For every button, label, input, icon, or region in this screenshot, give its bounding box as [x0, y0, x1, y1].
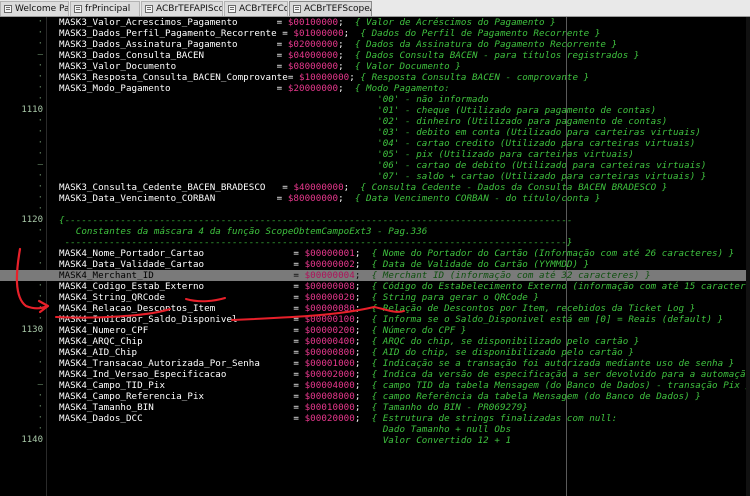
code-line[interactable]: MASK4_Dados_DCC = $00020000; { Estrutura…: [0, 413, 750, 424]
code-line[interactable]: MASK3_Resposta_Consulta_BACEN_Comprovant…: [0, 72, 750, 83]
code-text: MASK4_Ind_Versao_Especificacao = $000020…: [59, 369, 750, 380]
tab-label: Welcome Page: [15, 4, 69, 14]
code-line[interactable]: MASK3_Consulta_Cedente_BACEN_BRADESCO = …: [0, 182, 750, 193]
code-text: MASK4_String_QRCode = $00000020; { Strin…: [59, 292, 540, 303]
code-text: MASK3_Consulta_Cedente_BACEN_BRADESCO = …: [59, 182, 668, 193]
code-text: MASK4_Dados_DCC = $00020000; { Estrutura…: [59, 413, 618, 424]
code-line[interactable]: MASK4_Tamanho_BIN = $00010000; { Tamanho…: [0, 402, 750, 413]
code-text: '00' - não informado: [59, 94, 489, 105]
code-text: MASK4_Nome_Portador_Cartao = $00000001; …: [59, 248, 735, 259]
code-line[interactable]: '05' - pix (Utilizado para carteiras vir…: [0, 149, 750, 160]
code-text: MASK3_Valor_Documento = $08000000; { Val…: [59, 61, 461, 72]
code-line[interactable]: MASK3_Valor_Documento = $08000000; { Val…: [0, 61, 750, 72]
code-text: MASK4_Indicador_Saldo_Disponivel = $0000…: [59, 314, 724, 325]
code-text: MASK3_Dados_Consulta_BACEN = $04000000; …: [59, 50, 640, 61]
unit-file-icon: [74, 5, 82, 13]
code-text: Valor Convertido 12 + 1: [59, 435, 512, 446]
tab-label: ACBrTEFAPIScope: [156, 4, 222, 14]
code-text: MASK3_Data_Vencimento_CORBAN = $80000000…: [59, 193, 601, 204]
tab-label: frPrincipal: [85, 4, 131, 14]
code-text: '02' - dinheiro (Utilizado para pagament…: [59, 116, 668, 127]
code-line[interactable]: MASK3_Dados_Assinatura_Pagamento = $0200…: [0, 39, 750, 50]
code-line[interactable]: MASK3_Data_Vencimento_CORBAN = $80000000…: [0, 193, 750, 204]
code-text: MASK3_Resposta_Consulta_BACEN_Comprovant…: [59, 72, 590, 83]
code-line[interactable]: Constantes da máscara 4 da função ScopeO…: [0, 226, 750, 237]
code-line[interactable]: MASK4_Numero_CPF = $00000200; { Número d…: [0, 325, 750, 336]
editor-tab-bar: Welcome Page frPrincipal ACBrTEFAPIScope…: [0, 0, 750, 17]
code-text: MASK4_Relacao_Descontos_Item = $00000080…: [59, 303, 696, 314]
code-line[interactable]: ----------------------------------------…: [0, 237, 750, 248]
code-line[interactable]: [0, 204, 750, 215]
code-text: Dado Tamanho + null Obs: [59, 424, 512, 435]
tab-frprincipal[interactable]: frPrincipal: [70, 1, 140, 16]
code-text: MASK4_Data_Validade_Cartao = $00000002; …: [59, 259, 590, 270]
right-margin-line: [566, 17, 567, 496]
code-line[interactable]: '00' - não informado: [0, 94, 750, 105]
code-text: {---------------------------------------…: [59, 215, 573, 226]
code-line[interactable]: '07' - saldo + cartao (Utilizado para ca…: [0, 171, 750, 182]
code-editor[interactable]: ···–····1110····–····1120····1125····113…: [0, 17, 750, 496]
code-line[interactable]: '06' - cartao de debito (Utilizado para …: [0, 160, 750, 171]
code-text: MASK4_Tamanho_BIN = $00010000; { Tamanho…: [59, 402, 528, 413]
tab-label: ACBrTEFComum: [239, 4, 288, 14]
tab-acbrtefapiscope[interactable]: ACBrTEFAPIScope: [141, 1, 223, 16]
code-text: ----------------------------------------…: [59, 237, 573, 248]
code-line[interactable]: MASK4_Ind_Versao_Especificacao = $000020…: [0, 369, 750, 380]
code-text: MASK3_Modo_Pagamento = $20000000; { Modo…: [59, 83, 450, 94]
code-line[interactable]: '04' - cartao credito (Utilizado para ca…: [0, 138, 750, 149]
code-text: Constantes da máscara 4 da função ScopeO…: [59, 226, 428, 237]
code-line[interactable]: MASK3_Dados_Perfil_Pagamento_Recorrente …: [0, 28, 750, 39]
code-text: '07' - saldo + cartao (Utilizado para ca…: [59, 171, 707, 182]
tab-acbrtefscopeapi[interactable]: ACBrTEFScopeAPI: [289, 1, 372, 16]
code-text: '03' - debito em conta (Utilizado para c…: [59, 127, 701, 138]
tab-welcome-page[interactable]: Welcome Page: [0, 1, 69, 16]
code-line[interactable]: Dado Tamanho + null Obs: [0, 424, 750, 435]
code-line[interactable]: '01' - cheque (Utilizado para pagamento …: [0, 105, 750, 116]
code-line[interactable]: MASK4_Relacao_Descontos_Item = $00000080…: [0, 303, 750, 314]
code-line[interactable]: MASK4_Campo_TID_Pix = $00004000; { campo…: [0, 380, 750, 391]
unit-file-icon: [293, 5, 301, 13]
code-line[interactable]: '02' - dinheiro (Utilizado para pagament…: [0, 116, 750, 127]
code-line[interactable]: MASK4_ARQC_Chip = $00000400; { ARQC do c…: [0, 336, 750, 347]
editor-scroll-edge: [746, 17, 750, 496]
code-line[interactable]: MASK3_Dados_Consulta_BACEN = $04000000; …: [0, 50, 750, 61]
code-text: MASK3_Dados_Perfil_Pagamento_Recorrente …: [59, 28, 601, 39]
code-line[interactable]: Valor Convertido 12 + 1: [0, 435, 750, 446]
code-text: MASK3_Valor_Acrescimos_Pagamento = $0010…: [59, 17, 556, 28]
tab-label: ACBrTEFScopeAPI: [304, 4, 371, 14]
code-text: MASK4_Transacao_Autorizada_Por_Senha = $…: [59, 358, 735, 369]
current-code-line[interactable]: MASK4_Merchant_ID = $00000004; { Merchan…: [0, 270, 750, 281]
code-text: MASK3_Dados_Assinatura_Pagamento = $0200…: [59, 39, 618, 50]
code-line[interactable]: MASK4_Indicador_Saldo_Disponivel = $0000…: [0, 314, 750, 325]
code-line[interactable]: MASK4_Nome_Portador_Cartao = $00000001; …: [0, 248, 750, 259]
code-line[interactable]: MASK4_Transacao_Autorizada_Por_Senha = $…: [0, 358, 750, 369]
code-line[interactable]: MASK4_Campo_Referencia_Pix = $00008000; …: [0, 391, 750, 402]
code-line[interactable]: '03' - debito em conta (Utilizado para c…: [0, 127, 750, 138]
unit-file-icon: [228, 5, 236, 13]
code-text: MASK4_AID_Chip = $00000800; { AID do chi…: [59, 347, 634, 358]
code-text: MASK4_Numero_CPF = $00000200; { Número d…: [59, 325, 467, 336]
code-text: '05' - pix (Utilizado para carteiras vir…: [59, 149, 634, 160]
code-text: '06' - cartao de debito (Utilizado para …: [59, 160, 707, 171]
code-text: MASK4_ARQC_Chip = $00000400; { ARQC do c…: [59, 336, 640, 347]
code-line[interactable]: MASK3_Valor_Acrescimos_Pagamento = $0010…: [0, 17, 750, 28]
code-text: '04' - cartao credito (Utilizado para ca…: [59, 138, 696, 149]
code-line[interactable]: MASK4_Codigo_Estab_Externo = $00000008; …: [0, 281, 750, 292]
code-text: MASK4_Merchant_ID = $00000004; { Merchan…: [59, 270, 651, 281]
code-line[interactable]: MASK3_Modo_Pagamento = $20000000; { Modo…: [0, 83, 750, 94]
tab-acbrtefcomum[interactable]: ACBrTEFComum: [224, 1, 288, 16]
page-icon: [4, 5, 12, 13]
code-text: MASK4_Campo_TID_Pix = $00004000; { campo…: [59, 380, 750, 391]
code-line[interactable]: MASK4_String_QRCode = $00000020; { Strin…: [0, 292, 750, 303]
code-text: MASK4_Codigo_Estab_Externo = $00000008; …: [59, 281, 750, 292]
code-line[interactable]: MASK4_Data_Validade_Cartao = $00000002; …: [0, 259, 750, 270]
unit-file-icon: [145, 5, 153, 13]
code-text: MASK4_Campo_Referencia_Pix = $00008000; …: [59, 391, 701, 402]
code-line[interactable]: {---------------------------------------…: [0, 215, 750, 226]
code-line[interactable]: MASK4_AID_Chip = $00000800; { AID do chi…: [0, 347, 750, 358]
